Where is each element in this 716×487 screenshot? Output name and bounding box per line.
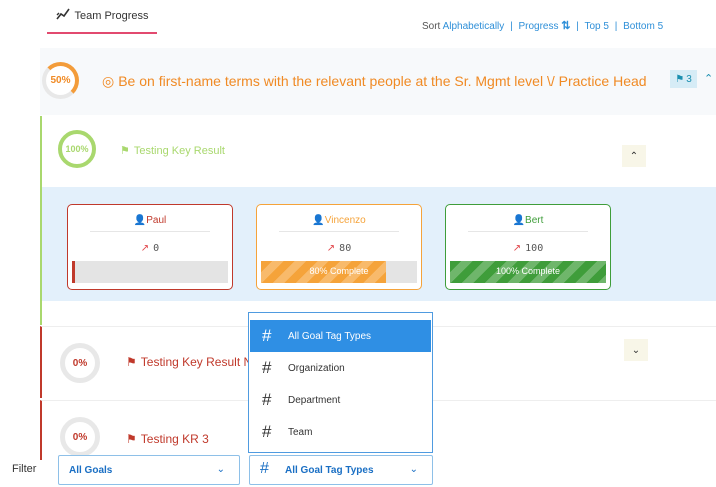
menu-item-label: Team [288, 426, 313, 438]
trend-up-icon: ↗ [140, 243, 150, 254]
goal-tag-type-select-value: All Goal Tag Types [285, 465, 374, 476]
key-result-title-text: Testing KR 3 [140, 432, 209, 446]
menu-item-label: Organization [288, 362, 345, 374]
hash-icon: # [262, 422, 272, 441]
sort-direction-icon[interactable]: ⇅ [561, 20, 570, 32]
expand-button[interactable]: ⌄ [624, 339, 648, 361]
owner-value: ↗ 0 [140, 243, 160, 254]
goals-select[interactable]: All Goals ⌄ [58, 455, 240, 485]
trend-up-icon: ↗ [512, 243, 522, 254]
app-root: Team Progress Sort Alphabetically | Prog… [0, 0, 716, 487]
flag-icon: ⚑ [675, 73, 685, 85]
sort-label: Sort [422, 21, 441, 32]
progress-chart-icon [55, 7, 70, 25]
filter-label: Filter [12, 463, 37, 475]
owner-progress-fill [72, 261, 76, 283]
objective-row[interactable]: 50% ◎ Be on first-name terms with the rel… [40, 48, 716, 115]
owner-cards-panel: 👤Paul ↗ 0 👤Vincenzo ↗ 80 80% Complete 👤Ber [42, 187, 716, 301]
sort-progress-link[interactable]: Progress [518, 21, 558, 32]
key-result-title-text: Testing Key Result N [140, 355, 253, 369]
divider: | [614, 21, 618, 32]
objective-title-text: Be on first-name terms with the relevant… [118, 73, 647, 89]
flag-icon: ⚑ [126, 355, 137, 369]
key-result-count: 3 [686, 73, 692, 85]
key-result-title[interactable]: ⚑ Testing Key Result [120, 144, 225, 157]
owner-name: 👤Bert [512, 215, 544, 226]
menu-item-department[interactable]: # Department [250, 384, 431, 416]
menu-item-label: All Goal Tag Types [288, 330, 372, 342]
flag-icon: ⚑ [126, 432, 137, 446]
hash-icon: # [262, 326, 272, 345]
menu-item-organization[interactable]: # Organization [250, 352, 431, 384]
menu-item-label: Department [288, 394, 341, 406]
objective-progress-ring: 50% [42, 62, 79, 99]
owner-value: ↗ 100 [512, 243, 544, 254]
hash-icon: # [262, 390, 272, 409]
divider [468, 231, 588, 232]
tab-team-progress[interactable]: Team Progress [47, 0, 157, 34]
collapse-button[interactable]: ⌃ [622, 145, 646, 167]
owner-value: ↗ 80 [326, 243, 352, 254]
owner-progress-label: 100% Complete [495, 266, 561, 276]
owner-progress-bar: 100% Complete [450, 261, 606, 283]
owner-name: 👤Vincenzo [312, 215, 366, 226]
sort-bottom5-link[interactable]: Bottom 5 [623, 21, 663, 32]
user-icon: 👤 [512, 215, 526, 226]
divider [90, 231, 210, 232]
trend-up-icon: ↗ [326, 243, 336, 254]
menu-item-all-goal-tag-types[interactable]: # All Goal Tag Types [250, 320, 431, 352]
divider [279, 231, 399, 232]
key-result-card: 100% ⚑ Testing Key Result ⌃ 👤Paul ↗ 0 👤Vin… [40, 116, 716, 325]
tab-team-progress-label: Team Progress [74, 10, 149, 22]
hash-icon: # [262, 358, 272, 377]
menu-item-team[interactable]: # Team [250, 416, 431, 448]
owner-card-bert[interactable]: 👤Bert ↗ 100 100% Complete [445, 204, 611, 290]
key-result-progress-ring: 100% [58, 130, 96, 168]
user-icon: 👤 [312, 215, 325, 226]
divider: | [510, 21, 513, 32]
goals-select-value: All Goals [69, 465, 113, 476]
goal-tag-type-select[interactable]: # All Goal Tag Types ⌄ [249, 455, 433, 485]
flag-icon: ⚑ [120, 145, 130, 157]
owner-card-paul[interactable]: 👤Paul ↗ 0 [67, 204, 233, 290]
sort-top5-link[interactable]: Top 5 [584, 21, 608, 32]
target-icon: ◎ [102, 73, 115, 89]
owner-name: 👤Paul [133, 215, 167, 226]
key-result-progress-ring: 0% [60, 417, 100, 457]
key-result-title[interactable]: ⚑ Testing Key Result N [126, 355, 252, 369]
chevron-down-icon: ⌄ [409, 464, 418, 475]
owner-progress-label: 80% Complete [309, 266, 369, 276]
chevron-down-icon: ⌄ [216, 464, 225, 475]
user-icon: 👤 [133, 215, 147, 226]
key-result-count-badge[interactable]: ⚑ 3 [670, 70, 697, 88]
owner-progress-bar [72, 261, 228, 283]
chevron-up-icon[interactable]: ⌃ [704, 72, 713, 85]
hash-icon: # [260, 460, 269, 477]
key-result-title[interactable]: ⚑ Testing KR 3 [126, 432, 209, 446]
objective-title[interactable]: ◎ Be on first-name terms with the relevan… [102, 73, 647, 90]
owner-progress-bar: 80% Complete [261, 261, 417, 283]
key-result-progress-ring: 0% [60, 343, 100, 383]
divider: | [576, 21, 579, 32]
goal-tag-type-menu: # All Goal Tag Types # Organization # De… [248, 312, 433, 453]
key-result-header[interactable]: 100% ⚑ Testing Key Result ⌃ [42, 116, 716, 187]
key-result-title-text: Testing Key Result [133, 145, 225, 157]
owner-card-vincenzo[interactable]: 👤Vincenzo ↗ 80 80% Complete [256, 204, 422, 290]
sort-alphabetically-link[interactable]: Alphabetically [443, 21, 505, 32]
chevron-up-icon: ⌃ [629, 150, 639, 162]
sort-bar: Sort Alphabetically | Progress ⇅ | Top 5… [422, 19, 663, 32]
chevron-down-icon: ⌄ [631, 344, 641, 356]
